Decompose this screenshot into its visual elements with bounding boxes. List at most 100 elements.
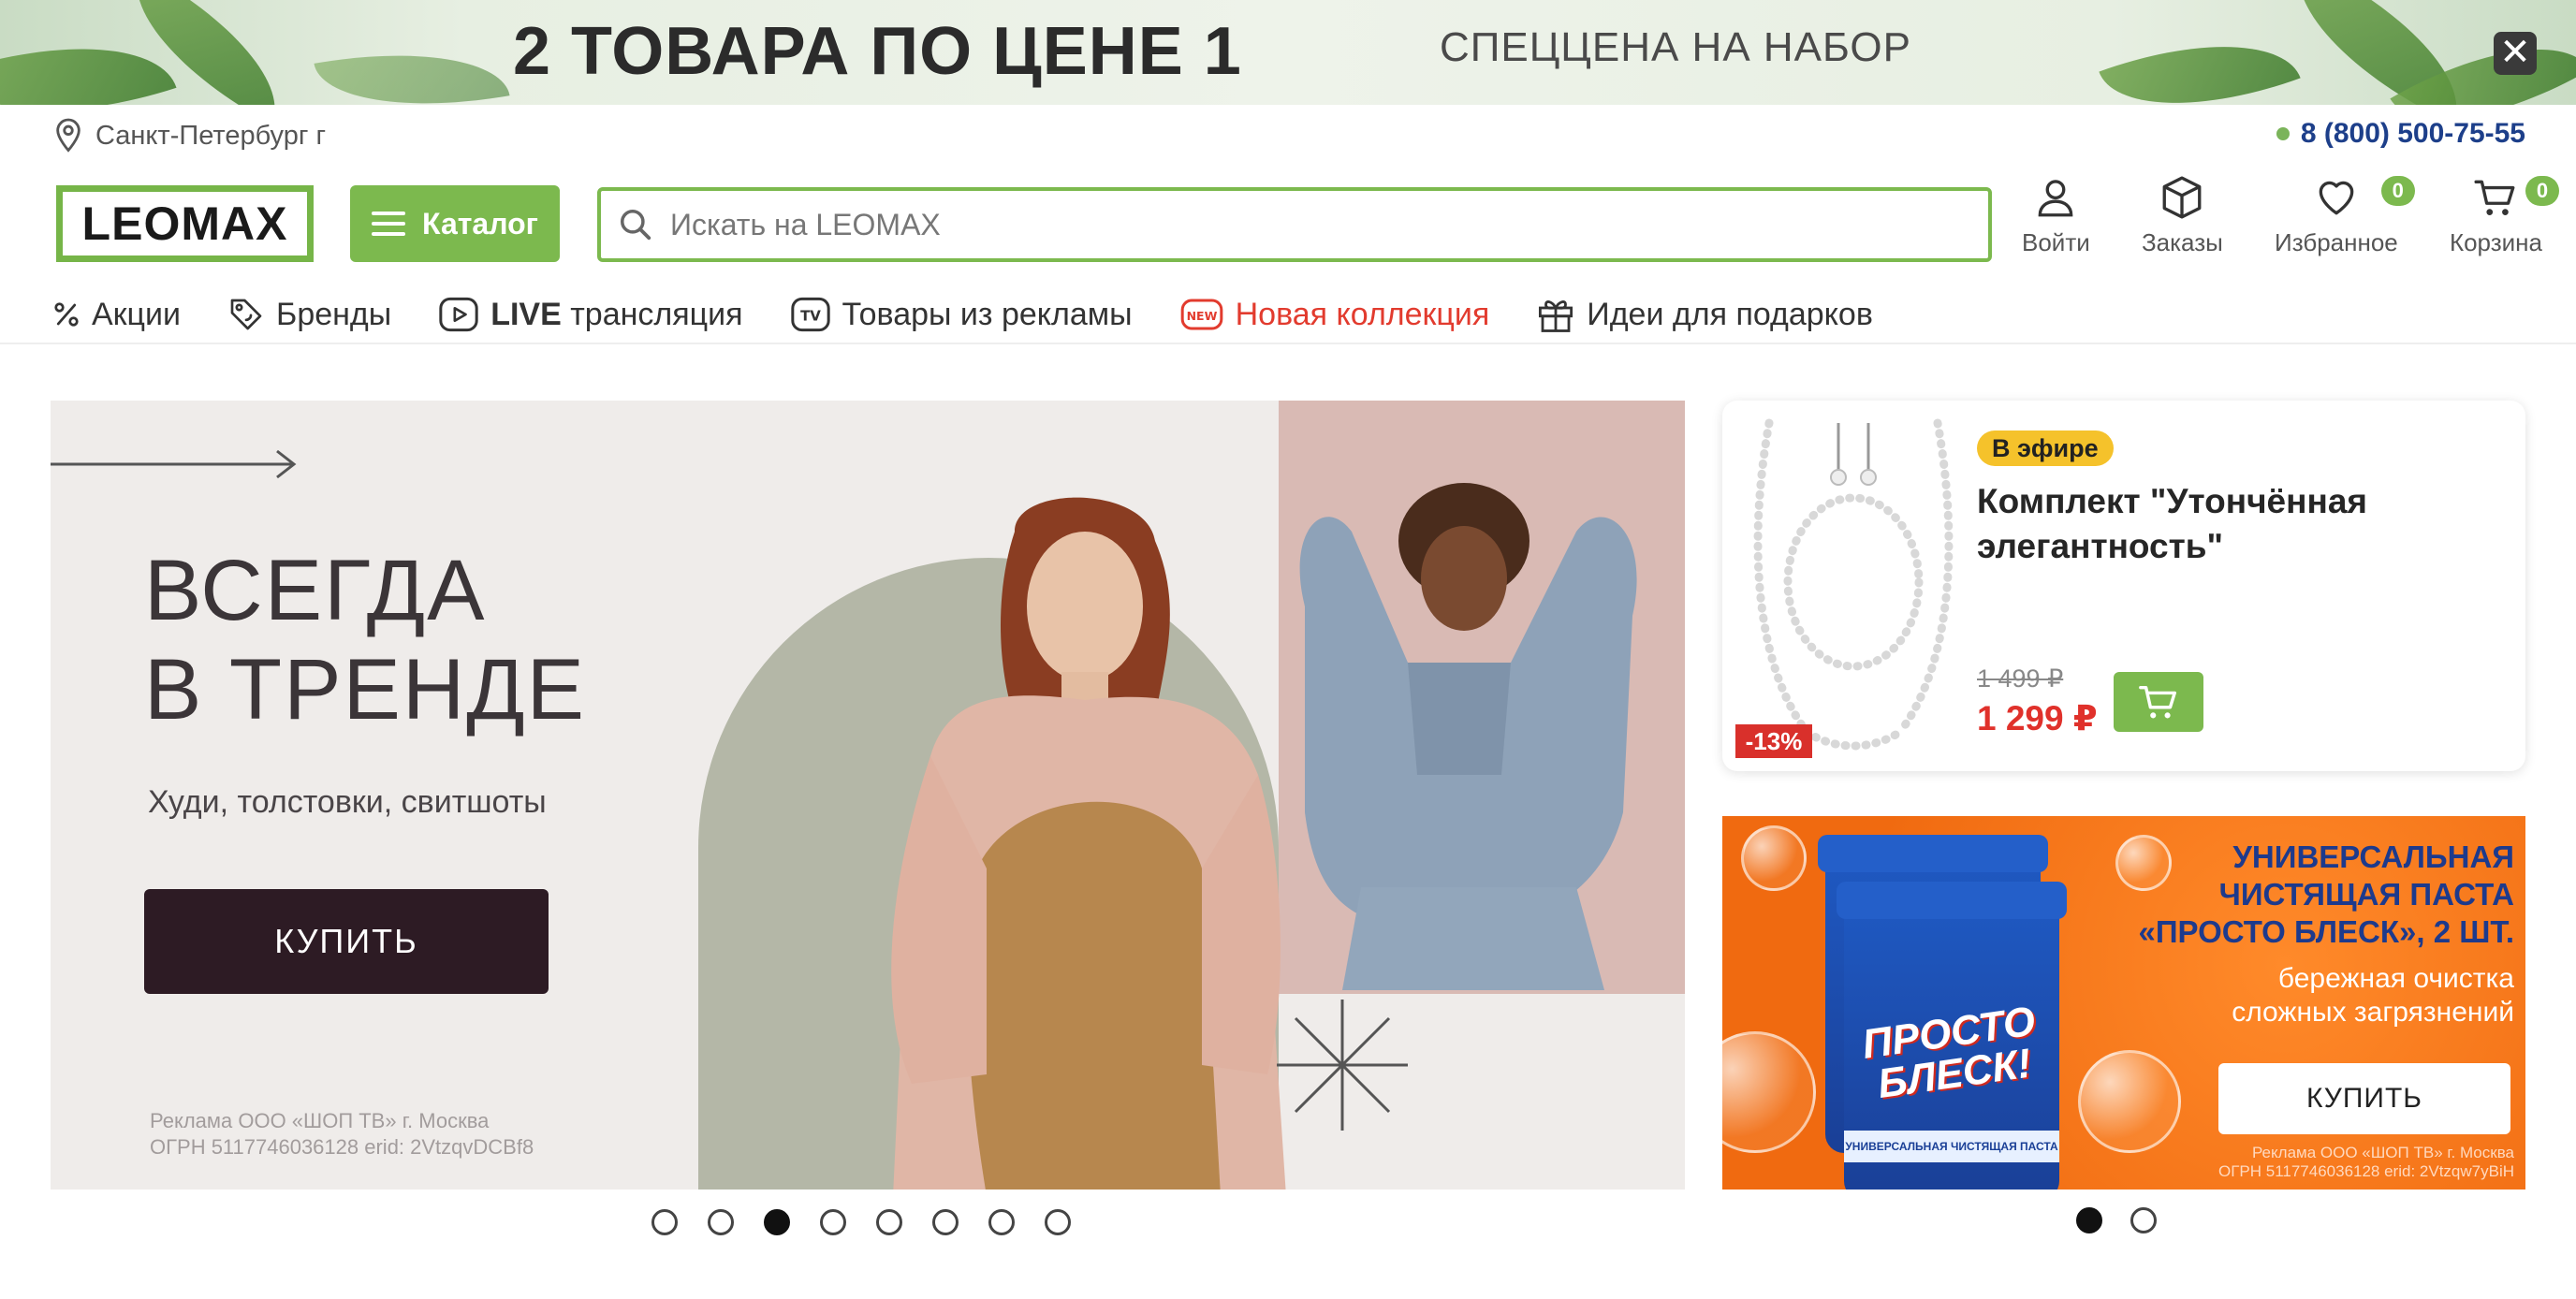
- favorites-label: Избранное: [2275, 228, 2398, 256]
- location-pin-icon: [56, 118, 80, 153]
- gift-icon: [1539, 300, 1573, 332]
- hero-title-line: В ТРЕНДЕ: [144, 642, 586, 737]
- nav-item-new-collection[interactable]: NEW Новая коллекция: [1179, 296, 1490, 333]
- tag-icon: [230, 299, 262, 330]
- header-actions: Войти Заказы 0 Избранное 0 Корзина: [2022, 174, 2559, 268]
- orders-label: Заказы: [2141, 228, 2223, 256]
- ad-subtitle-line: бережная очистка: [2277, 963, 2514, 994]
- ad-subtitle-line: сложных загрязнений: [2232, 997, 2514, 1028]
- nav-live-bold: LIVE: [490, 296, 562, 332]
- city-name: Санкт-Петербург г: [95, 120, 327, 151]
- slide-dot[interactable]: [651, 1209, 678, 1235]
- catalog-button[interactable]: Каталог: [350, 185, 560, 262]
- bubble-decoration: [1722, 1031, 1816, 1153]
- cart-icon: [2139, 685, 2176, 719]
- slide-dot[interactable]: [708, 1209, 734, 1235]
- hero-legal-text: Реклама ООО «ШОП ТВ» г. Москва ОГРН 5117…: [150, 1108, 534, 1160]
- slide-dot[interactable]: [932, 1209, 959, 1235]
- product-image: [1753, 418, 1954, 751]
- hero-title-line: ВСЕГДА: [144, 543, 487, 638]
- nav-label: Идеи для подарков: [1587, 296, 1873, 332]
- nav-item-tv-goods[interactable]: TV Товары из рекламы: [790, 296, 1133, 333]
- phone-link[interactable]: 8 (800) 500-75-55: [2276, 118, 2525, 150]
- play-icon: [439, 297, 478, 332]
- product-brand-text: ПРОСТО БЛЕСК!: [1849, 999, 2055, 1108]
- bubble-decoration: [1741, 825, 1807, 891]
- favorites-count-badge: 0: [2380, 176, 2415, 206]
- arrow-right-icon: [51, 449, 297, 479]
- close-icon[interactable]: ✕: [2494, 32, 2537, 75]
- nav-item-brands[interactable]: Бренды: [227, 296, 391, 333]
- add-to-cart-button[interactable]: [2114, 672, 2203, 732]
- login-label: Войти: [2022, 228, 2090, 256]
- new-badge-label: NEW: [1186, 309, 1217, 323]
- side-ad-banner[interactable]: ПРОСТО БЛЕСК! УНИВЕРСАЛЬНАЯ ЧИСТЯЩАЯ ПАС…: [1722, 816, 2525, 1190]
- ad-subtitle: бережная очистка сложных загрязнений: [2084, 962, 2514, 1029]
- ad-title-line: «ПРОСТО БЛЕСК», 2 ШТ.: [2138, 914, 2514, 949]
- slide-dot[interactable]: [1045, 1209, 1071, 1235]
- model-photo-1: [891, 497, 1286, 1190]
- menu-icon: [372, 212, 406, 236]
- hero-legal-line: Реклама ООО «ШОП ТВ» г. Москва: [150, 1109, 490, 1132]
- phone-number: 8 (800) 500-75-55: [2300, 118, 2525, 149]
- box-icon: [2162, 176, 2202, 219]
- header-divider: [0, 343, 2576, 344]
- ad-legal-line: ОГРН 5117746036128 erid: 2Vtzqw7yBiH: [2217, 1162, 2514, 1180]
- tv-icon-label: TV: [800, 308, 821, 325]
- on-air-badge: В эфире: [1977, 431, 2114, 466]
- orders-button[interactable]: Заказы: [2142, 174, 2223, 268]
- promo-banner[interactable]: 2 ТОВАРА ПО ЦЕНЕ 1 СПЕЦЦЕНА НА НАБОР ✕: [0, 0, 2576, 105]
- leaf-decoration: [314, 31, 510, 105]
- hero-subtitle: Худи, толстовки, свитшоты: [148, 784, 547, 820]
- slide-dot[interactable]: [2130, 1207, 2157, 1233]
- search-box[interactable]: [597, 187, 1992, 262]
- slide-dot-active[interactable]: [2076, 1207, 2102, 1233]
- side-ad-pagination: [2076, 1207, 2157, 1233]
- current-price: 1 299 ₽: [1977, 699, 2098, 737]
- slide-dot[interactable]: [988, 1209, 1015, 1235]
- model-photo-2: [1299, 483, 1637, 990]
- user-icon: [2039, 180, 2073, 217]
- hero-pagination: [651, 1209, 1071, 1235]
- nav-label: Бренды: [276, 296, 392, 332]
- cart-button[interactable]: 0 Корзина: [2449, 174, 2559, 268]
- percent-icon: [54, 302, 79, 327]
- favorites-button[interactable]: 0 Избранное: [2275, 174, 2415, 268]
- slide-dot-active[interactable]: [764, 1209, 790, 1235]
- live-product-card[interactable]: -13% В эфире Комплект "Утончённая элеган…: [1722, 401, 2525, 771]
- cart-icon: [2474, 180, 2515, 215]
- search-input[interactable]: [670, 207, 1962, 242]
- promo-subtitle: СПЕЦЦЕНА НА НАБОР: [1440, 24, 1911, 70]
- ad-title: УНИВЕРСАЛЬНАЯ ЧИСТЯЩАЯ ПАСТА «ПРОСТО БЛЕ…: [2084, 839, 2514, 951]
- online-indicator: [2276, 127, 2290, 140]
- nav-label: Новая коллекция: [1235, 296, 1490, 332]
- slide-dot[interactable]: [820, 1209, 846, 1235]
- cart-label: Корзина: [2449, 228, 2542, 256]
- nav-label: LIVE трансляция: [490, 297, 742, 333]
- nav-live-rest: трансляция: [570, 296, 743, 332]
- sparkle-icon: [1277, 1000, 1408, 1131]
- hero-legal-line: ОГРН 5117746036128 erid: 2VtzqvDCBf8: [150, 1135, 534, 1159]
- site-logo[interactable]: LEOMAX: [56, 185, 314, 262]
- heart-icon: [2319, 181, 2354, 215]
- hero-title: ВСЕГДА В ТРЕНДЕ: [144, 541, 586, 739]
- product-title[interactable]: Комплект "Утончённая элегантность": [1977, 479, 2482, 569]
- discount-badge: -13%: [1735, 724, 1812, 758]
- slide-dot[interactable]: [876, 1209, 902, 1235]
- hero-banner[interactable]: ВСЕГДА В ТРЕНДЕ Худи, толстовки, свитшот…: [51, 401, 1685, 1190]
- nav-label: Товары из рекламы: [842, 296, 1133, 332]
- ad-title-line: УНИВЕРСАЛЬНАЯ: [2232, 839, 2514, 874]
- ad-buy-button[interactable]: КУПИТЬ: [2218, 1063, 2510, 1134]
- hero-buy-button[interactable]: КУПИТЬ: [144, 889, 549, 994]
- login-button[interactable]: Войти: [2022, 174, 2090, 268]
- nav-item-live[interactable]: LIVE трансляция: [438, 296, 743, 333]
- leaf-decoration: [2099, 7, 2301, 105]
- bubble-decoration: [2078, 1050, 2181, 1153]
- promo-title: 2 ТОВАРА ПО ЦЕНЕ 1: [513, 14, 1242, 89]
- nav-label: Акции: [92, 296, 182, 332]
- nav-item-promotions[interactable]: Акции: [52, 297, 181, 333]
- city-selector[interactable]: Санкт-Петербург г: [52, 116, 326, 155]
- ad-legal-text: Реклама ООО «ШОП ТВ» г. Москва ОГРН 5117…: [2027, 1144, 2514, 1181]
- tv-icon: TV: [790, 297, 830, 332]
- nav-item-gifts[interactable]: Идеи для подарков: [1536, 295, 1873, 334]
